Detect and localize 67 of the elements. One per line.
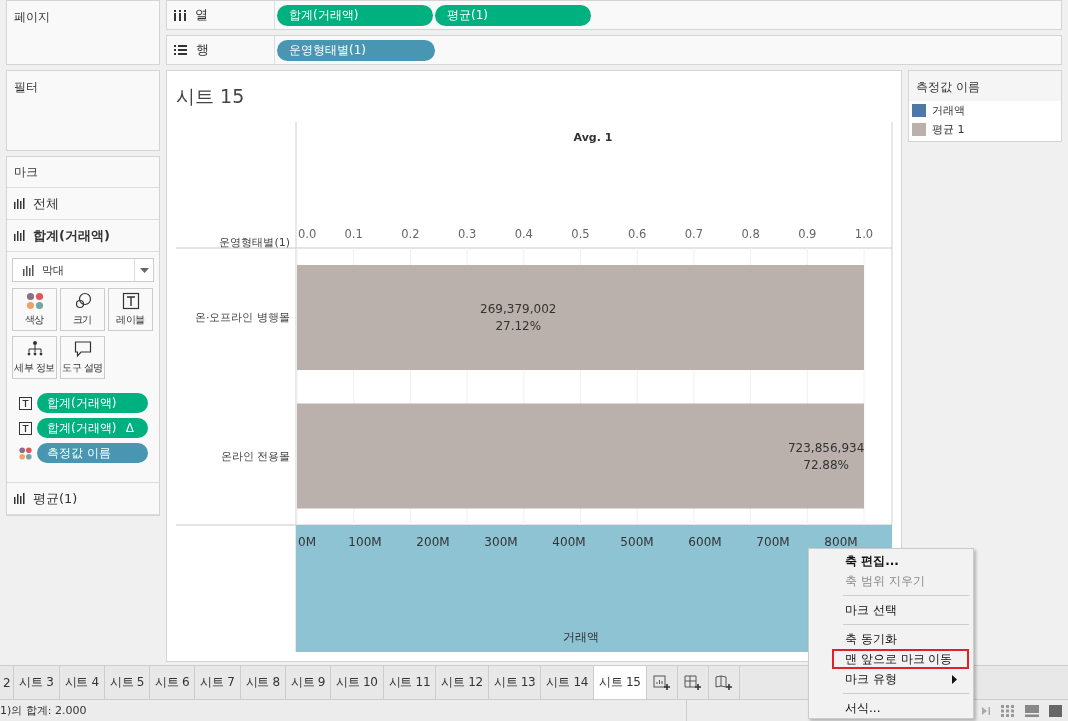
axis-tick-label: 100M <box>348 535 382 549</box>
sheet-tab[interactable]: 시트 7 <box>195 666 241 700</box>
legend-title: 측정값 이름 <box>909 71 1061 101</box>
axis-tick-label: 200M <box>416 535 450 549</box>
axis-tick-label: 0.1 <box>344 227 363 241</box>
sheet-tab[interactable]: 시트 3 <box>14 666 60 700</box>
card-title: 마크 <box>7 157 159 188</box>
card-title: 필터 <box>13 79 38 96</box>
encoding-button[interactable]: 세부 정보 <box>12 336 57 379</box>
legend-label: 거래액 <box>932 103 965 118</box>
value-label: 72.88% <box>803 457 850 472</box>
sheet-tab[interactable]: 시트 13 <box>488 666 542 700</box>
mark-type-dropdown[interactable]: 막대 <box>12 258 154 282</box>
sheet-title: 시트 15 <box>176 84 246 109</box>
mark-type-item[interactable]: 전체 <box>7 188 159 220</box>
card-title: 페이지 <box>13 9 50 26</box>
axis-tick-label: 300M <box>484 535 518 549</box>
menu-item[interactable]: 축 동기화 <box>837 629 969 649</box>
sheet-tab[interactable]: 시트 5 <box>104 666 151 700</box>
axis-tick-label: 0.6 <box>628 227 647 241</box>
axis-tick-label: 500M <box>620 535 654 549</box>
sheet-tab[interactable]: 시트 6 <box>150 666 196 700</box>
sheet-tab[interactable]: 시트 10 <box>331 666 384 700</box>
menu-item[interactable]: 축 편집... <box>837 551 969 571</box>
shelf-label: 열 <box>195 6 208 24</box>
value-label: 269,379,002 <box>480 302 557 316</box>
row-header: 운영형태별(1) <box>219 236 290 249</box>
axis-tick-label: 400M <box>552 535 586 549</box>
axis-tick-label: 0.7 <box>684 227 704 241</box>
menu-item[interactable]: 서식... <box>837 698 969 718</box>
sheet-tab[interactable]: 시트 8 <box>240 666 286 700</box>
encoding-button[interactable]: 레이블 <box>108 288 153 331</box>
shelf-label: 행 <box>196 41 209 59</box>
value-label: 27.12% <box>495 319 542 333</box>
axis-tick-label: 0.0 <box>298 227 317 241</box>
axis-tick-label: 0.3 <box>457 227 477 241</box>
value-label: 723,856,934 <box>788 440 865 455</box>
status-text: 1)의 합계: 2.000 <box>0 703 88 719</box>
axis-tick-label: 0.8 <box>741 227 760 241</box>
axis-title: Avg. 1 <box>573 131 613 144</box>
axis-tick-label: 0M <box>298 535 316 549</box>
mark-type-item[interactable]: 합계(거래액) <box>7 220 159 252</box>
axis-tick-label: 0.9 <box>798 227 817 241</box>
axis-tick-label: 1.0 <box>854 227 874 241</box>
axis-tick-label: 0.5 <box>571 227 590 241</box>
mark-type-item[interactable]: 평균(1) <box>7 482 159 515</box>
sheet-tab[interactable]: 시트 15 <box>594 666 647 700</box>
sheet-tab[interactable]: 시트 9 <box>285 666 332 700</box>
sheet-tab[interactable]: 시트 11 <box>383 666 437 700</box>
sheet-tab[interactable]: 2 <box>0 666 15 700</box>
axis-tick-label: 0.2 <box>401 227 420 241</box>
menu-item[interactable]: 마크 유형 <box>837 669 969 689</box>
legend-label: 평균 1 <box>932 122 965 137</box>
axis-tick-label: 0.4 <box>514 227 533 241</box>
menu-item[interactable]: 맨 앞으로 마크 이동 <box>832 649 969 669</box>
axis-tick-label: 800M <box>824 535 858 549</box>
axis-title: 거래액 <box>563 630 599 644</box>
encoding-button[interactable]: 크기 <box>60 288 105 331</box>
sheet-tab[interactable]: 시트 4 <box>59 666 105 700</box>
category-label: 온라인 전용몰 <box>220 449 290 463</box>
axis-tick-label: 700M <box>756 535 790 549</box>
axis-tick-label: 600M <box>688 535 722 549</box>
encoding-button[interactable]: 색상 <box>12 288 57 331</box>
menu-item[interactable]: 마크 선택 <box>837 600 969 620</box>
category-label: 온·오프라인 병행몰 <box>195 311 290 324</box>
encoding-button[interactable]: 도구 설명 <box>60 336 105 379</box>
sheet-tab[interactable]: 시트 12 <box>436 666 489 700</box>
